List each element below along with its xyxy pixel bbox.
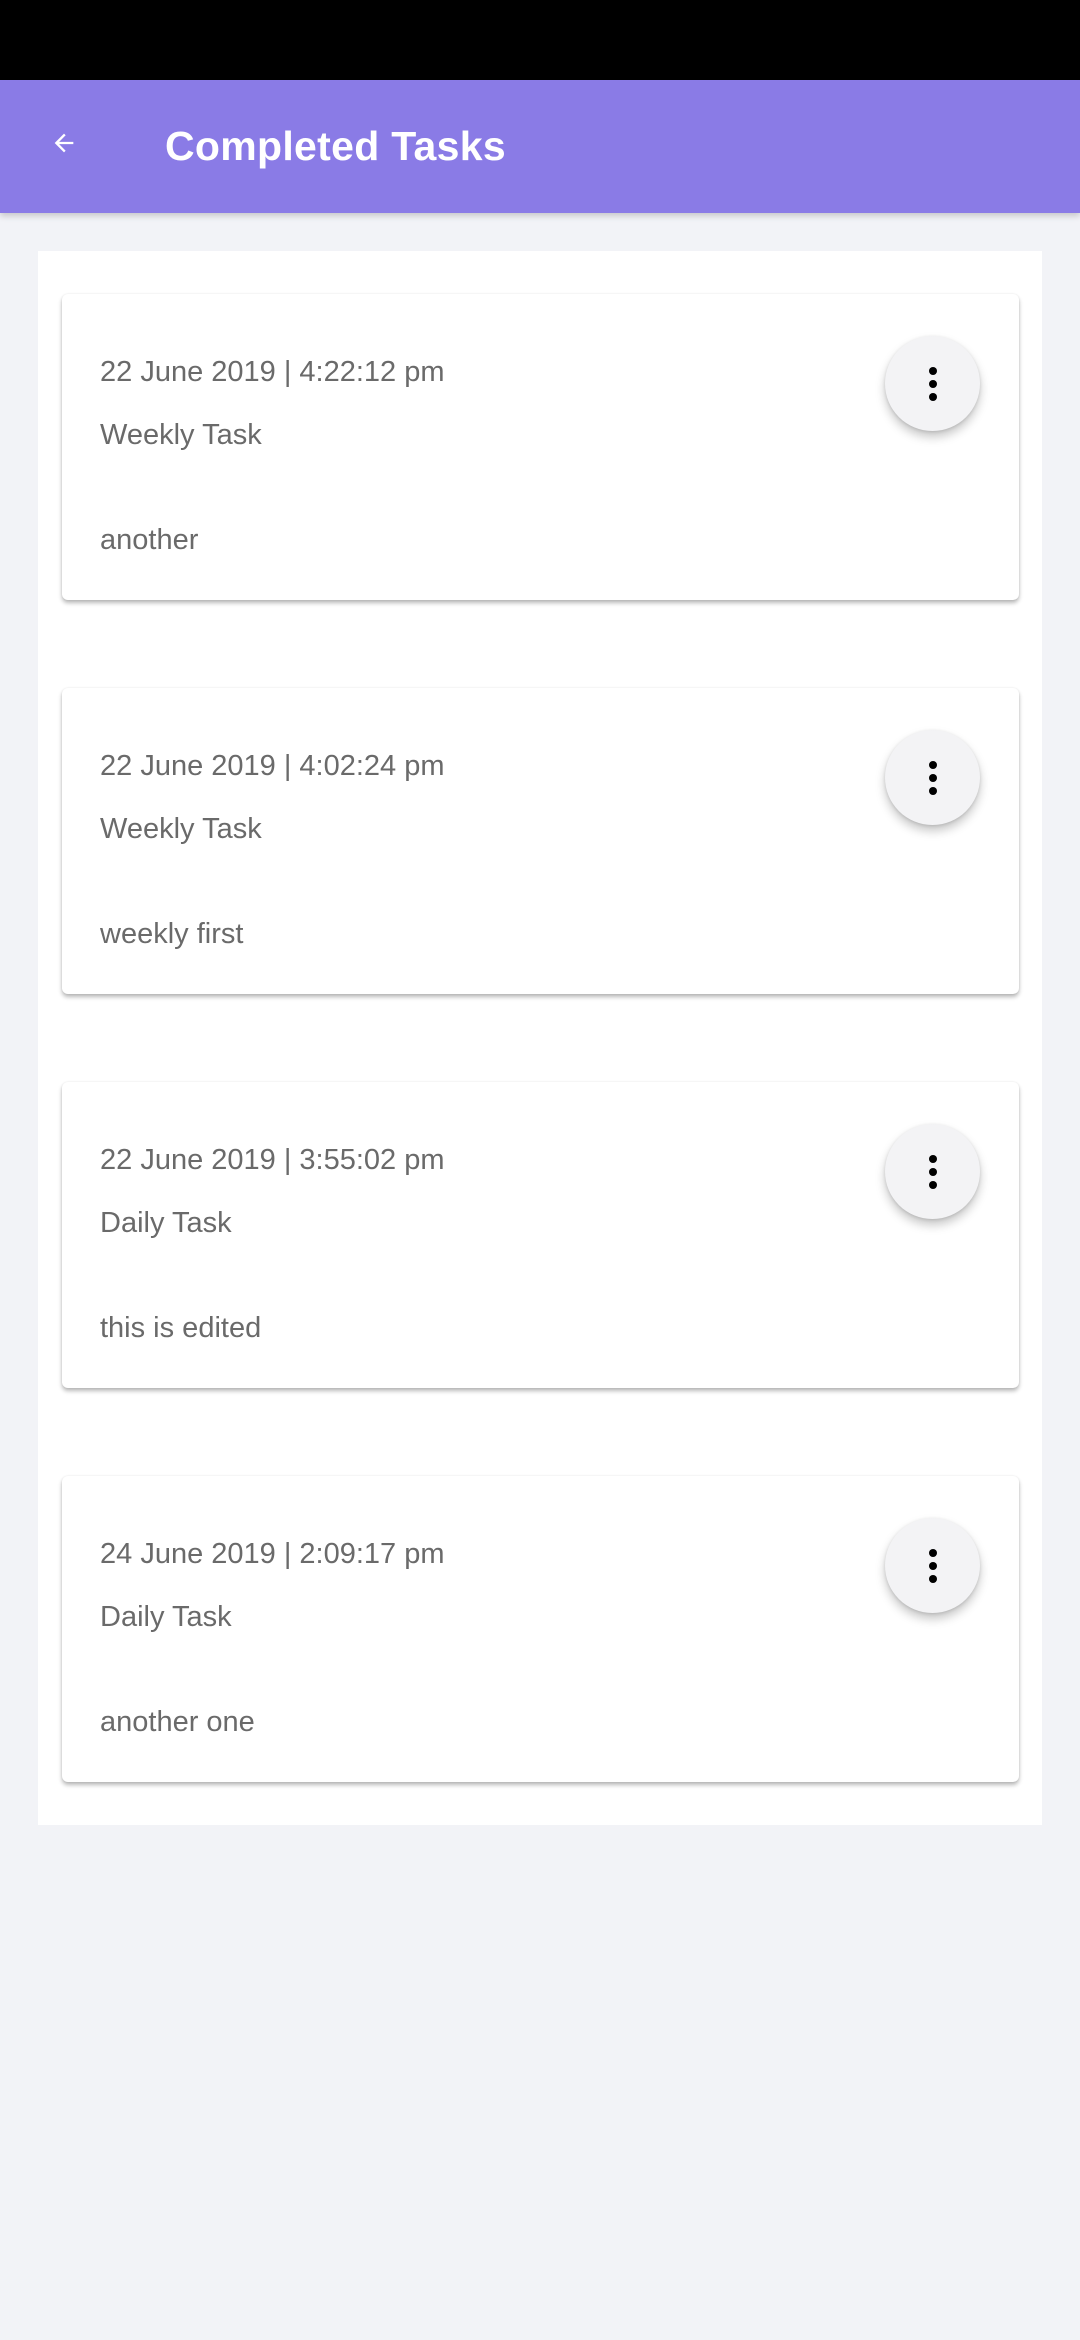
- task-date: 22 June 2019 | 3:55:02 pm: [100, 1144, 445, 1176]
- task-type: Daily Task: [100, 1207, 232, 1239]
- task-date: 22 June 2019 | 4:02:24 pm: [100, 750, 445, 782]
- task-name: another one: [100, 1706, 255, 1738]
- task-type: Weekly Task: [100, 419, 262, 451]
- task-card[interactable]: 24 June 2019 | 2:09:17 pm Daily Task ano…: [62, 1476, 1019, 1782]
- task-menu-button[interactable]: [885, 336, 980, 431]
- more-vert-icon: [928, 1154, 937, 1189]
- arrow-left-icon: [54, 133, 74, 153]
- task-menu-button[interactable]: [885, 1124, 980, 1219]
- task-date: 22 June 2019 | 4:22:12 pm: [100, 356, 445, 388]
- page-title: Completed Tasks: [165, 123, 506, 169]
- back-button[interactable]: [34, 113, 94, 173]
- task-date: 24 June 2019 | 2:09:17 pm: [100, 1538, 445, 1570]
- status-bar: [0, 0, 1080, 80]
- more-vert-icon: [928, 1548, 937, 1583]
- task-name: weekly first: [100, 918, 244, 950]
- task-card[interactable]: 22 June 2019 | 4:02:24 pm Weekly Task we…: [62, 688, 1019, 994]
- task-name: this is edited: [100, 1312, 262, 1344]
- task-type: Weekly Task: [100, 813, 262, 845]
- task-menu-button[interactable]: [885, 730, 980, 825]
- task-menu-button[interactable]: [885, 1518, 980, 1613]
- task-name: another: [100, 524, 199, 556]
- more-vert-icon: [928, 366, 937, 401]
- task-card[interactable]: 22 June 2019 | 3:55:02 pm Daily Task thi…: [62, 1082, 1019, 1388]
- task-type: Daily Task: [100, 1601, 232, 1633]
- task-list: 22 June 2019 | 4:22:12 pm Weekly Task an…: [38, 251, 1042, 1825]
- more-vert-icon: [928, 760, 937, 795]
- task-card[interactable]: 22 June 2019 | 4:22:12 pm Weekly Task an…: [62, 294, 1019, 600]
- app-bar: Completed Tasks: [0, 80, 1080, 213]
